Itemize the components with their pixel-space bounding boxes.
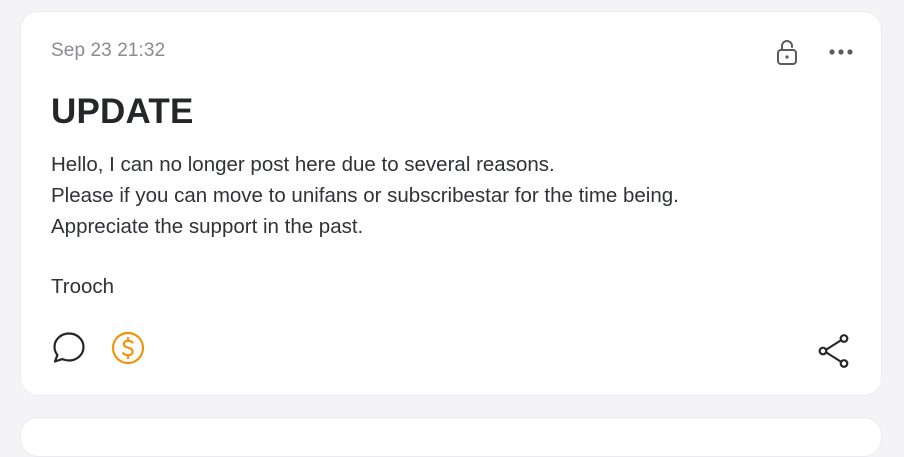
more-options-icon[interactable] bbox=[827, 42, 855, 62]
post-line: Please if you can move to unifans or sub… bbox=[51, 184, 679, 207]
comment-icon[interactable] bbox=[51, 330, 87, 366]
post-card: Sep 23 21:32 UPDATE Hello, I can no long… bbox=[20, 11, 882, 396]
lock-icon[interactable] bbox=[774, 38, 800, 66]
share-icon[interactable] bbox=[817, 333, 851, 369]
dollar-coin-icon[interactable] bbox=[110, 330, 146, 366]
post-date: Sep 23 21:32 bbox=[51, 40, 166, 61]
post-title: UPDATE bbox=[51, 92, 194, 131]
post-signature: Trooch bbox=[51, 275, 115, 298]
post-line: Hello, I can no longer post here due to … bbox=[51, 153, 555, 176]
post-body: Hello, I can no longer post here due to … bbox=[51, 149, 851, 302]
post-line: Appreciate the support in the past. bbox=[51, 215, 364, 238]
next-post-card bbox=[20, 417, 882, 457]
